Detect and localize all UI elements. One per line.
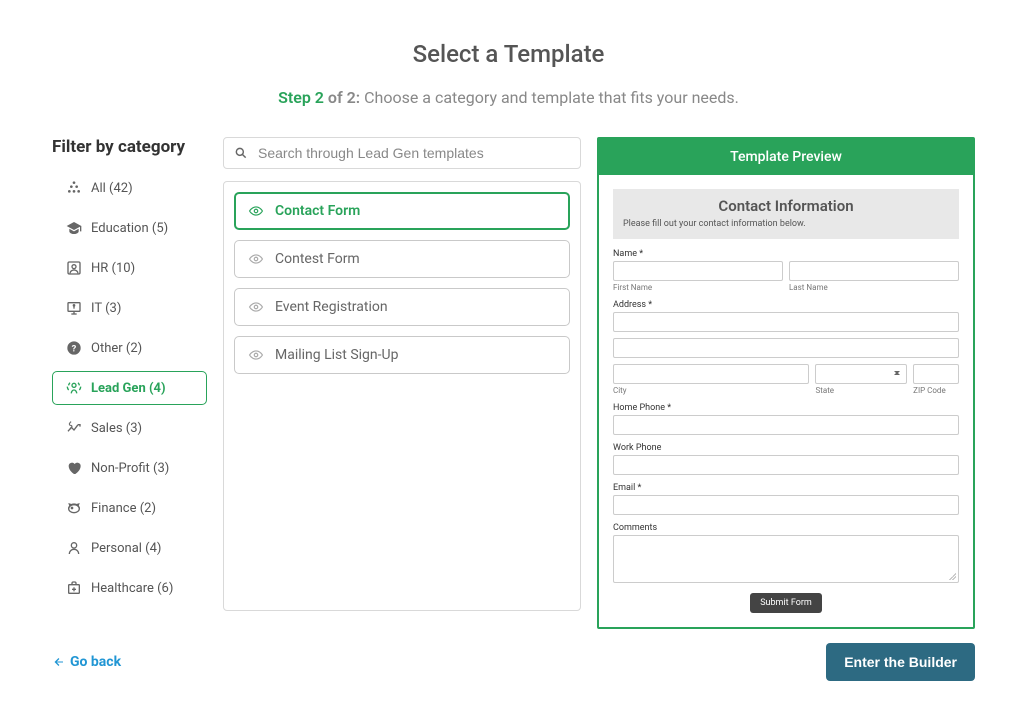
preview-textarea-comments <box>613 535 959 583</box>
template-item[interactable]: Event Registration <box>234 288 570 326</box>
preview-input-address2 <box>613 338 959 358</box>
preview-form-title: Contact Information <box>623 197 949 215</box>
filter-title: Filter by category <box>52 137 207 157</box>
category-label: IT (3) <box>91 301 121 316</box>
search-box[interactable] <box>223 137 581 169</box>
preview-input-homephone <box>613 415 959 435</box>
template-label: Contact Form <box>275 203 360 219</box>
category-item-nonprofit[interactable]: Non-Profit (3) <box>52 451 207 485</box>
preview-sublabel-zip: ZIP Code <box>913 386 959 395</box>
category-label: Sales (3) <box>91 421 142 436</box>
step-description: Choose a category and template that fits… <box>364 88 739 107</box>
step-label: Step 2 <box>278 88 324 107</box>
category-sidebar: Filter by category All (42) Education (5)… <box>52 137 207 629</box>
category-item-education[interactable]: Education (5) <box>52 211 207 245</box>
preview-sublabel-lastname: Last Name <box>789 283 959 292</box>
category-item-hr[interactable]: HR (10) <box>52 251 207 285</box>
category-item-sales[interactable]: Sales (3) <box>52 411 207 445</box>
preview-input-address1 <box>613 312 959 332</box>
preview-header: Template Preview <box>599 139 973 175</box>
category-item-personal[interactable]: Personal (4) <box>52 531 207 565</box>
finance-icon <box>63 500 85 516</box>
healthcare-icon <box>63 580 85 596</box>
preview-sublabel-city: City <box>613 386 809 395</box>
eye-icon <box>247 348 265 362</box>
page-subtitle: Step 2 of 2: Choose a category and templ… <box>0 88 1017 107</box>
template-preview: Template Preview Contact Information Ple… <box>597 137 975 629</box>
category-item-finance[interactable]: Finance (2) <box>52 491 207 525</box>
category-item-it[interactable]: IT (3) <box>52 291 207 325</box>
preview-input-email <box>613 495 959 515</box>
eye-icon <box>247 300 265 314</box>
preview-submit-button: Submit Form <box>750 593 822 613</box>
category-label: Finance (2) <box>91 501 156 516</box>
go-back-label: Go back <box>70 654 121 670</box>
template-label: Event Registration <box>275 299 388 315</box>
search-icon <box>234 146 248 160</box>
preview-input-firstname <box>613 261 783 281</box>
it-icon <box>63 300 85 316</box>
preview-body: Contact Information Please fill out your… <box>599 175 973 627</box>
template-label: Contest Form <box>275 251 360 267</box>
category-label: Other (2) <box>91 341 142 356</box>
all-icon <box>63 180 85 196</box>
sales-icon <box>63 420 85 436</box>
template-item[interactable]: Contact Form <box>234 192 570 230</box>
template-label: Mailing List Sign-Up <box>275 347 398 363</box>
category-label: Non-Profit (3) <box>91 461 169 476</box>
preview-input-city <box>613 364 809 384</box>
personal-icon <box>63 540 85 556</box>
svg-text:?: ? <box>72 343 77 354</box>
category-item-all[interactable]: All (42) <box>52 171 207 205</box>
preview-label-workphone: Work Phone <box>613 443 959 453</box>
nonprofit-icon <box>63 460 85 476</box>
preview-input-lastname <box>789 261 959 281</box>
preview-sublabel-firstname: First Name <box>613 283 783 292</box>
template-item[interactable]: Contest Form <box>234 240 570 278</box>
category-label: Healthcare (6) <box>91 581 173 596</box>
other-icon: ? <box>63 340 85 356</box>
preview-input-workphone <box>613 455 959 475</box>
search-input[interactable] <box>258 145 570 161</box>
page-title: Select a Template <box>0 40 1017 68</box>
category-label: Education (5) <box>91 221 168 236</box>
eye-icon <box>247 204 265 218</box>
preview-label-address: Address * <box>613 300 959 310</box>
preview-label-homephone: Home Phone * <box>613 403 959 413</box>
education-icon <box>63 220 85 236</box>
go-back-link[interactable]: Go back <box>52 654 121 670</box>
preview-select-state <box>815 364 907 384</box>
category-item-leadgen[interactable]: Lead Gen (4) <box>52 371 207 405</box>
preview-sublabel-state: State <box>815 386 907 395</box>
preview-input-zip <box>913 364 959 384</box>
hr-icon <box>63 260 85 276</box>
preview-form-subtitle: Please fill out your contact information… <box>623 219 949 229</box>
templates-panel: Contact Form Contest Form Event Registrati… <box>223 181 581 611</box>
preview-label-email: Email * <box>613 483 959 493</box>
preview-label-comments: Comments <box>613 523 959 533</box>
eye-icon <box>247 252 265 266</box>
step-of: of 2: <box>328 88 360 107</box>
category-label: Personal (4) <box>91 541 161 556</box>
enter-builder-button[interactable]: Enter the Builder <box>826 643 975 681</box>
category-item-healthcare[interactable]: Healthcare (6) <box>52 571 207 605</box>
category-label: Lead Gen (4) <box>91 381 166 396</box>
template-item[interactable]: Mailing List Sign-Up <box>234 336 570 374</box>
arrow-left-icon <box>52 656 66 668</box>
preview-label-name: Name * <box>613 249 959 259</box>
category-label: All (42) <box>91 181 133 196</box>
leadgen-icon <box>63 380 85 396</box>
category-label: HR (10) <box>91 261 135 276</box>
category-item-other[interactable]: ? Other (2) <box>52 331 207 365</box>
